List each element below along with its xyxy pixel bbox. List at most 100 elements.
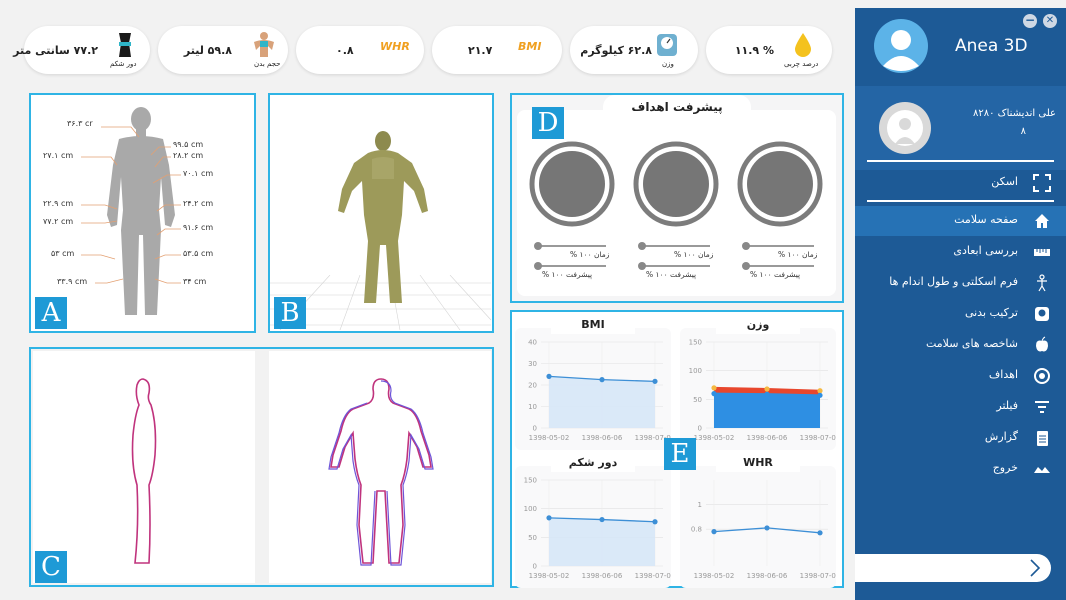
measurement-arm-right: ۲۸.۲ cm [173, 151, 204, 160]
goal-ring [529, 141, 615, 227]
nav-item-report[interactable]: گزارش [855, 423, 1066, 453]
chart-title: وزن [716, 316, 800, 334]
stat-whr[interactable]: ۰.۸ WHR [296, 26, 424, 74]
data-point[interactable] [711, 391, 717, 397]
scan-button[interactable]: اسکن [855, 168, 1066, 198]
nav-item-ruler[interactable]: بررسی ابعادی [855, 237, 1066, 267]
stat-bmi[interactable]: ۲۱.۷ BMI [432, 26, 562, 74]
goal-progress-bar [642, 265, 710, 267]
body-volume-icon [254, 32, 274, 57]
nav-item-skeleton[interactable]: فرم اسکلتی و طول اندام ها [855, 268, 1066, 298]
measurement-forearm-right: ۲۴.۲ cm [183, 199, 214, 208]
y-tick-label: 0.8 [691, 526, 702, 534]
minimize-button[interactable]: − [1023, 14, 1037, 28]
report-icon [1037, 431, 1048, 446]
panel-label-b: B [274, 297, 306, 329]
chart-svg: 0102030401398-05-021398-06-061398-07-09 [528, 339, 671, 443]
goal-time-bar [746, 245, 814, 247]
stat-weight[interactable]: ۶۲.۸ کیلوگرم وزن [570, 26, 698, 74]
stat-body-volume-caption: حجم بدن [254, 60, 281, 68]
y-tick-label: 50 [528, 534, 537, 542]
panel-label-a: A [35, 297, 67, 329]
nav-item-home[interactable]: صفحه سلامت [855, 206, 1066, 236]
data-point[interactable] [711, 385, 717, 391]
user-card[interactable]: علی اندیشناک ۸۲۸۰ ۸ [855, 86, 1066, 170]
sidebar-divider [867, 200, 1054, 202]
data-point[interactable] [652, 519, 658, 525]
user-name: علی اندیشناک ۸۲۸۰ [973, 108, 1056, 119]
goal-time-text: زمان ۱۰۰ % [674, 250, 714, 259]
stat-fat[interactable]: % ۱۱.۹ درصد چربی [706, 26, 832, 74]
data-point[interactable] [599, 516, 605, 523]
scale-icon [1035, 307, 1049, 321]
data-point[interactable] [817, 530, 823, 536]
stat-waist[interactable]: ۷۷.۲ سانتی متر دور شکم [13, 26, 150, 74]
data-point[interactable] [817, 392, 823, 398]
y-tick-label: 0 [698, 425, 702, 433]
y-tick-label: 150 [524, 477, 537, 485]
target-icon [1034, 368, 1050, 384]
data-point[interactable] [546, 515, 552, 521]
x-tick-label: 1398-05-02 [694, 572, 735, 580]
nav-item-scale[interactable]: ترکیب بدنی [855, 299, 1066, 329]
goal-time-knob[interactable] [742, 242, 750, 250]
goal-progress-text: پیشرفت ۱۰۰ % [750, 270, 801, 279]
x-tick-label: 1398-06-06 [747, 434, 788, 442]
goals-title-tab: پیشرفت اهداف [603, 95, 751, 119]
nav-item-label: ترکیب بدنی [964, 306, 1018, 319]
stat-waist-value: ۷۷.۲ سانتی متر [13, 44, 98, 57]
side-outline [131, 378, 157, 564]
body-3d-model [338, 131, 428, 303]
goal-item[interactable]: زمان ۱۰۰ % پیشرفت ۱۰۰ % [522, 141, 622, 291]
measurement-calf-right: ۳۴ cm [183, 277, 207, 286]
data-point[interactable] [546, 373, 552, 379]
close-button[interactable]: ✕ [1043, 14, 1057, 28]
goal-progress-knob[interactable] [534, 262, 542, 270]
skeleton-icon [1037, 274, 1047, 292]
goal-progress-text: پیشرفت ۱۰۰ % [646, 270, 697, 279]
goal-time-bar [642, 245, 710, 247]
goal-item[interactable]: زمان ۱۰۰ % پیشرفت ۱۰۰ % [626, 141, 726, 291]
home-icon [1035, 214, 1049, 228]
goal-progress-knob[interactable] [742, 262, 750, 270]
stat-body-volume[interactable]: ۵۹.۸ لیتر حجم بدن [158, 26, 288, 74]
goal-item[interactable]: زمان ۱۰۰ % پیشرفت ۱۰۰ % [730, 141, 830, 291]
y-tick-label: 10 [528, 403, 537, 411]
data-point[interactable] [764, 386, 770, 392]
front-outline [328, 378, 434, 566]
data-point[interactable] [599, 377, 605, 383]
stat-fat-value: % ۱۱.۹ [734, 44, 774, 57]
nav-item-apple[interactable]: شاخصه های سلامت [855, 330, 1066, 360]
chart-title: BMI [551, 316, 635, 334]
x-tick-label: 1398-05-02 [529, 434, 570, 442]
chart-card: 0 50 100 150 1398-05-02 1398-06-06 1398-07-09 [515, 466, 671, 588]
data-point[interactable] [711, 529, 717, 535]
goal-progress-knob[interactable] [638, 262, 646, 270]
x-tick-label: 1398-07-09 [800, 434, 836, 442]
data-point[interactable] [817, 388, 823, 394]
nav-item-target[interactable]: اهداف [855, 361, 1066, 391]
data-point[interactable] [764, 525, 770, 531]
chart-card: 0102030401398-05-021398-06-061398-07-09 [515, 328, 671, 450]
panel-charts: 0102030401398-05-021398-06-061398-07-09 B… [510, 310, 844, 588]
y-tick-label: 150 [689, 339, 702, 347]
stat-fat-caption: درصد چربی [784, 60, 819, 68]
panel-3d-model[interactable]: B [268, 93, 494, 333]
stat-whr-label: WHR [380, 40, 410, 53]
nav-item-filter[interactable]: فیلتر [855, 392, 1066, 422]
goal-time-knob[interactable] [638, 242, 646, 250]
data-point[interactable] [764, 391, 770, 397]
y-tick-label: 100 [689, 367, 702, 375]
goals-title: پیشرفت اهداف [631, 100, 723, 114]
goal-time-knob[interactable] [534, 242, 542, 250]
goal-ring [737, 141, 823, 227]
sidebar-expand-button[interactable] [855, 554, 1051, 582]
y-tick-label: 30 [528, 360, 537, 368]
measurement-abdomen: ۷۷.۲ cm [43, 217, 74, 226]
y-tick-label: 1 [698, 501, 702, 509]
nav-item-label: خروج [992, 461, 1018, 474]
stat-waist-caption: دور شکم [110, 60, 137, 68]
data-point[interactable] [652, 378, 658, 384]
measurement-thigh-right: ۵۳.۵ cm [183, 249, 214, 258]
nav-item-exit[interactable]: خروج [855, 454, 1066, 484]
